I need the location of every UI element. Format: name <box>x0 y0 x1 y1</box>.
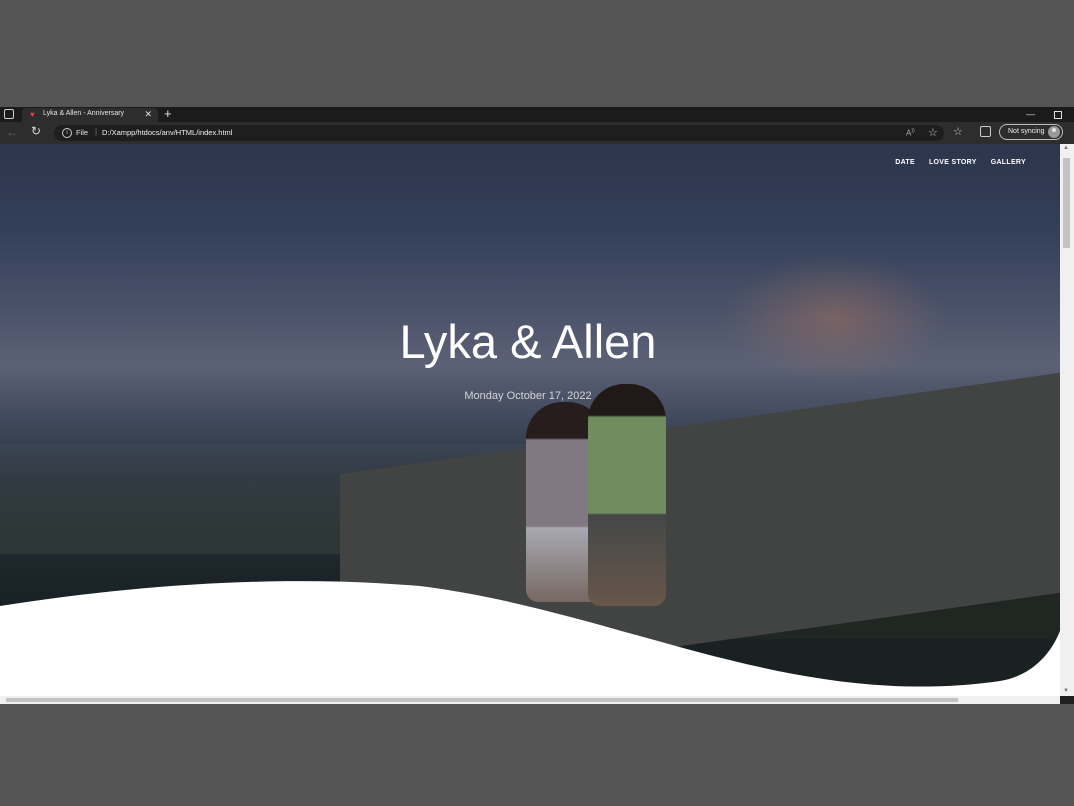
vertical-scrollbar[interactable]: ▲ ▼ <box>1060 144 1074 696</box>
back-arrow-icon[interactable]: ← <box>6 125 18 139</box>
address-bar[interactable]: i File | D:/Xampp/htdocs/anv/HTML/index.… <box>54 125 944 141</box>
site-nav: DATE LOVE STORY GALLERY <box>895 159 1026 166</box>
horizontal-scrollbar[interactable] <box>0 696 1060 704</box>
tab-close-icon[interactable]: ✕ <box>144 109 152 120</box>
nav-link-love-story[interactable]: LOVE STORY <box>929 159 977 166</box>
add-favorite-icon[interactable]: ☆ <box>928 126 938 139</box>
url-text[interactable]: D:/Xampp/htdocs/anv/HTML/index.html <box>102 128 232 137</box>
restore-icon[interactable] <box>1054 111 1062 119</box>
address-separator: | <box>95 127 98 136</box>
tab-actions-icon[interactable] <box>4 109 14 119</box>
scroll-down-icon[interactable]: ▼ <box>1063 688 1069 694</box>
hero-wave-divider <box>0 581 1060 696</box>
read-aloud-icon[interactable]: A)) <box>906 128 915 138</box>
info-icon[interactable]: i <box>62 128 72 138</box>
hero-date: Monday October 17, 2022 <box>464 390 592 402</box>
tab-strip: ♥ Lyka & Allen - Anniversary ✕ + — <box>0 107 1074 122</box>
hero-title: Lyka & Allen <box>399 315 657 368</box>
profile-sync-button[interactable]: Not syncing <box>999 124 1063 140</box>
nav-link-date[interactable]: DATE <box>895 159 915 166</box>
scroll-thumb[interactable] <box>6 698 958 702</box>
reload-icon[interactable]: ↻ <box>31 124 41 138</box>
file-label: File <box>76 128 89 137</box>
favorites-icon[interactable]: ☆ <box>953 125 963 138</box>
favicon-icon: ♥ <box>30 110 35 119</box>
browser-tab[interactable]: ♥ Lyka & Allen - Anniversary ✕ <box>22 108 158 122</box>
page-viewport: DATE LOVE STORY GALLERY Lyka & Allen Mon… <box>0 144 1060 696</box>
tab-title: Lyka & Allen - Anniversary <box>43 110 125 117</box>
hero-section: DATE LOVE STORY GALLERY Lyka & Allen Mon… <box>0 144 1060 696</box>
new-tab-icon[interactable]: + <box>164 107 172 121</box>
scroll-up-icon[interactable]: ▲ <box>1063 145 1069 151</box>
collections-icon[interactable] <box>980 126 991 137</box>
nav-link-gallery[interactable]: GALLERY <box>991 159 1026 166</box>
address-toolbar: ← ↻ i File | D:/Xampp/htdocs/anv/HTML/in… <box>0 122 1074 144</box>
browser-window: ♥ Lyka & Allen - Anniversary ✕ + — ← ↻ i… <box>0 107 1074 704</box>
avatar-icon <box>1048 126 1060 138</box>
minimize-icon[interactable]: — <box>1026 107 1035 121</box>
sync-label: Not syncing <box>1008 128 1045 135</box>
scroll-thumb[interactable] <box>1063 158 1070 248</box>
